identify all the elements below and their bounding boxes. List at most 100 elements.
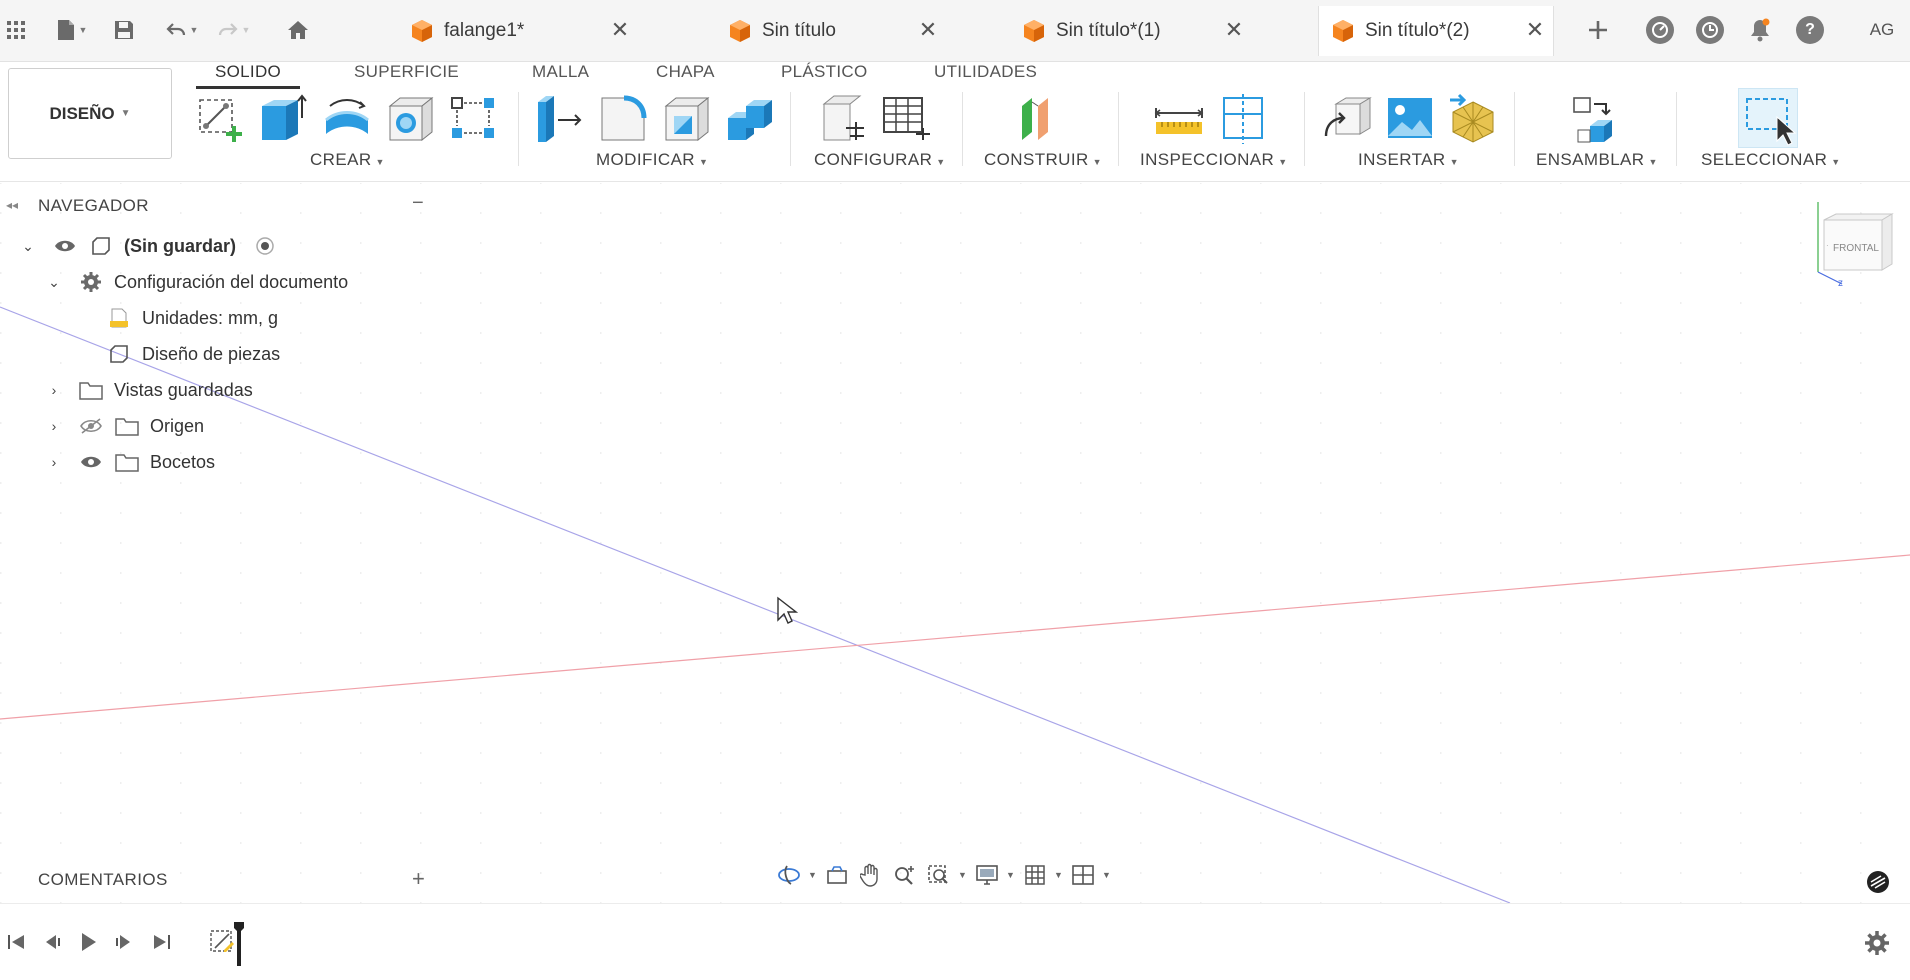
- configurar-menu[interactable]: CONFIGURAR ▼: [814, 150, 946, 170]
- extrude-icon[interactable]: [256, 92, 310, 146]
- timeline-settings-gear-icon[interactable]: [1864, 930, 1890, 956]
- step-back-icon[interactable]: [40, 930, 64, 954]
- job-status-clock-icon[interactable]: [1696, 16, 1724, 44]
- tree-node-document-settings[interactable]: ⌄ Configuración del documento: [44, 267, 348, 297]
- chevron-right-icon[interactable]: ›: [44, 382, 64, 398]
- tree-node-origin[interactable]: › Origen: [44, 411, 204, 441]
- insert-canvas-image-icon[interactable]: [1384, 92, 1438, 146]
- collapse-left-icon[interactable]: ◂◂: [6, 198, 18, 212]
- svg-text:·: ·: [1826, 241, 1829, 250]
- document-tab-falange1[interactable]: falange1* ✕: [410, 6, 632, 56]
- close-icon[interactable]: ✕: [1523, 19, 1547, 43]
- viewports-icon[interactable]: [1068, 861, 1098, 889]
- minimize-icon[interactable]: −: [412, 192, 424, 215]
- undo-icon[interactable]: ▼: [160, 14, 204, 46]
- select-tool-button[interactable]: [1738, 88, 1798, 148]
- chevron-down-icon[interactable]: ⌄: [18, 238, 38, 255]
- file-menu-icon[interactable]: ▼: [50, 14, 94, 46]
- tab-label: Sin título*(2): [1365, 20, 1470, 41]
- display-settings-icon[interactable]: [972, 861, 1002, 889]
- component-icon: [106, 343, 132, 365]
- window-select-icon: [1746, 98, 1797, 146]
- hole-icon[interactable]: [384, 92, 438, 146]
- revolve-icon[interactable]: [320, 92, 374, 146]
- extensions-icon[interactable]: [1646, 16, 1674, 44]
- parameters-icon[interactable]: [816, 92, 870, 146]
- eye-hidden-icon[interactable]: [78, 415, 104, 437]
- part-cube-icon: [730, 20, 750, 42]
- ensamblar-menu[interactable]: ENSAMBLAR ▼: [1536, 150, 1658, 170]
- tab-plastico[interactable]: PLÁSTICO: [781, 62, 867, 88]
- close-icon[interactable]: ✕: [916, 19, 940, 43]
- measure-icon[interactable]: [1152, 92, 1206, 146]
- help-icon[interactable]: ?: [1796, 16, 1824, 44]
- gear-icon: [78, 271, 104, 293]
- tab-chapa[interactable]: CHAPA: [656, 62, 715, 88]
- user-avatar[interactable]: AG: [1860, 16, 1904, 44]
- tree-node-sketches[interactable]: › Bocetos: [44, 447, 215, 477]
- zoom-icon[interactable]: [890, 861, 920, 889]
- radio-activate-icon[interactable]: [252, 235, 278, 257]
- shell-icon[interactable]: [660, 92, 714, 146]
- divider: [1676, 92, 1677, 166]
- crear-menu[interactable]: CREAR ▼: [310, 150, 385, 170]
- workspace-dropdown[interactable]: DISEÑO ▼: [8, 68, 172, 159]
- insert-derive-icon[interactable]: [1322, 92, 1376, 146]
- construir-menu[interactable]: CONSTRUIR ▼: [984, 150, 1102, 170]
- insert-mesh-icon[interactable]: [1446, 92, 1500, 146]
- timeline-marker[interactable]: [234, 922, 244, 966]
- chevron-right-icon[interactable]: ›: [44, 418, 64, 434]
- inspeccionar-menu[interactable]: INSPECCIONAR ▼: [1140, 150, 1288, 170]
- tree-node-root[interactable]: ⌄ (Sin guardar): [18, 231, 288, 261]
- tree-units-label: Unidades: mm, g: [142, 307, 279, 328]
- seleccionar-menu[interactable]: SELECCIONAR ▼: [1701, 150, 1841, 170]
- divider: [1514, 92, 1515, 166]
- modificar-menu[interactable]: MODIFICAR ▼: [596, 150, 708, 170]
- go-to-end-icon[interactable]: [150, 930, 174, 954]
- insertar-menu[interactable]: INSERTAR ▼: [1358, 150, 1459, 170]
- configuration-table-icon[interactable]: [880, 92, 934, 146]
- pan-hand-icon[interactable]: [856, 861, 886, 889]
- play-icon[interactable]: [76, 930, 100, 954]
- home-icon[interactable]: [282, 14, 314, 46]
- tab-utilidades[interactable]: UTILIDADES: [934, 62, 1037, 88]
- press-pull-icon[interactable]: [532, 92, 586, 146]
- new-component-icon[interactable]: [1570, 92, 1624, 146]
- eye-icon[interactable]: [78, 451, 104, 473]
- tree-node-design-type[interactable]: Diseño de piezas: [106, 339, 280, 369]
- chevron-down-icon[interactable]: ⌄: [44, 274, 64, 291]
- document-tab-sin-titulo[interactable]: Sin título ✕: [728, 6, 940, 56]
- tree-node-units[interactable]: Unidades: mm, g: [106, 303, 278, 333]
- offset-plane-icon[interactable]: [1016, 92, 1070, 146]
- fit-window-icon[interactable]: [924, 861, 954, 889]
- combine-icon[interactable]: [724, 92, 778, 146]
- grid-snaps-icon[interactable]: [1020, 861, 1050, 889]
- add-comment-plus-icon[interactable]: +: [412, 866, 425, 892]
- pattern-icon[interactable]: [448, 92, 502, 146]
- interference-icon[interactable]: [1216, 92, 1270, 146]
- tree-node-saved-views[interactable]: › Vistas guardadas: [44, 375, 253, 405]
- eye-icon[interactable]: [52, 235, 78, 257]
- document-tab-sin-titulo-2[interactable]: Sin título*(2) ✕: [1318, 6, 1554, 56]
- go-to-start-icon[interactable]: [4, 930, 28, 954]
- tab-superficie[interactable]: SUPERFICIE: [354, 62, 459, 88]
- app-grid-icon[interactable]: [0, 14, 32, 46]
- tab-malla[interactable]: MALLA: [532, 62, 589, 88]
- view-cube[interactable]: FRONTAL · z: [1812, 198, 1898, 289]
- tab-solido[interactable]: SOLIDO: [215, 62, 281, 88]
- step-forward-icon[interactable]: [112, 930, 136, 954]
- save-icon[interactable]: [108, 14, 140, 46]
- document-tab-sin-titulo-1[interactable]: Sin título*(1) ✕: [1022, 6, 1246, 56]
- chevron-right-icon[interactable]: ›: [44, 454, 64, 470]
- close-icon[interactable]: ✕: [608, 19, 632, 43]
- notifications-bell-icon[interactable]: [1746, 16, 1774, 44]
- part-cube-icon: [412, 20, 432, 42]
- sketch-feature-icon[interactable]: [208, 928, 236, 956]
- orbit-icon[interactable]: [774, 861, 804, 889]
- close-icon[interactable]: ✕: [1222, 19, 1246, 43]
- fillet-icon[interactable]: [596, 92, 650, 146]
- create-sketch-icon[interactable]: [194, 92, 248, 146]
- look-at-icon[interactable]: [822, 861, 852, 889]
- new-tab-plus-icon[interactable]: [1582, 14, 1614, 46]
- fusion-status-icon[interactable]: [1866, 870, 1890, 894]
